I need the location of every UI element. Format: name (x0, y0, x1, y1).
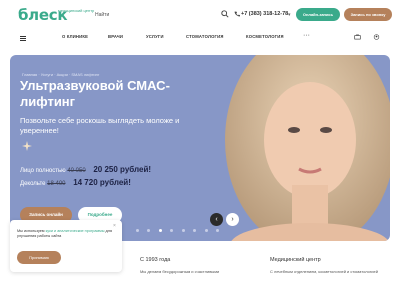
info-title-center: Медицинский центр (270, 257, 321, 263)
price-label: Декольте (20, 181, 46, 187)
cookie-policy-link[interactable]: куки и аналитические программы (46, 229, 105, 233)
info-text-since: Мы делаем бесудорожным и счастливыми (140, 269, 220, 274)
cookie-banner: Мы используем куки и аналитические прогр… (10, 220, 122, 272)
logo-subtitle: медицинский центр (58, 8, 95, 13)
slider-dot[interactable] (204, 229, 208, 232)
hero-title: Ультразвуковой СМАС-лифтинг (20, 78, 170, 109)
hero-subtitle: Позвольте себе роскошь выглядеть моложе … (20, 116, 180, 135)
slider-dot[interactable] (181, 229, 185, 232)
account-icon[interactable] (373, 34, 380, 40)
search-link[interactable]: Найти (95, 12, 109, 18)
sparkle-icon (22, 141, 32, 151)
top-header: блеск медицинский центр Найти +7 (383) 3… (0, 0, 400, 30)
phone-number[interactable]: +7 (383) 318-12-78 (241, 11, 288, 17)
phone-icon (234, 11, 240, 17)
new-price: 20 250 рублей! (93, 165, 152, 174)
nav-item-services[interactable]: УСЛУГИ (146, 34, 164, 39)
nav-item-doctors[interactable]: ВРАЧИ (108, 34, 123, 39)
slider-dot-active[interactable] (158, 229, 162, 232)
glasses-icon[interactable] (354, 34, 361, 40)
nav-more[interactable]: ··· (303, 32, 310, 39)
chevron-down-icon[interactable]: ▾ (288, 12, 291, 18)
search-icon[interactable] (221, 10, 229, 18)
new-price: 14 720 рублей! (73, 178, 131, 187)
breadcrumb[interactable]: Главная · Услуги · Акции · SMAS лифтинг (22, 72, 99, 77)
price-row-face: Лицо полностью 40 050 20 250 рублей! (20, 165, 151, 174)
close-icon[interactable]: × (113, 223, 116, 229)
slider-dot[interactable] (147, 229, 151, 232)
slider-dot[interactable] (170, 229, 174, 232)
slider-next-button[interactable]: › (226, 213, 239, 226)
call-booking-button[interactable]: Запись по звонку (344, 8, 392, 21)
nav-item-about[interactable]: О КЛИНИКЕ (62, 34, 88, 39)
nav-item-dentistry[interactable]: СТОМАТОЛОГИЯ (186, 34, 224, 39)
slider-dot[interactable] (136, 229, 139, 232)
cookie-text: Мы используем куки и аналитические прогр… (17, 229, 115, 239)
cookie-text-part: Мы используем (17, 229, 46, 233)
price-row-decollete: Декольте 18 400 14 720 рублей! (20, 178, 131, 187)
hero-banner: Главная · Услуги · Акции · SMAS лифтинг … (10, 55, 390, 241)
slider-dot[interactable] (193, 229, 197, 232)
old-price: 18 400 (47, 181, 66, 187)
old-price: 40 050 (67, 168, 86, 174)
info-title-since: С 1993 года (140, 257, 171, 263)
price-label: Лицо полностью (20, 168, 66, 174)
menu-icon[interactable] (20, 36, 26, 41)
accept-cookies-button[interactable]: Принимаю (17, 251, 61, 264)
nav-item-cosmetology[interactable]: КОСМЕТОЛОГИЯ (246, 34, 284, 39)
info-text-center: С лечебным отделением, косметологией и с… (270, 269, 378, 274)
slider-prev-button[interactable]: ‹ (210, 213, 223, 226)
slider-dot[interactable] (216, 229, 220, 232)
online-booking-button[interactable]: Онлайн-запись (296, 8, 340, 21)
